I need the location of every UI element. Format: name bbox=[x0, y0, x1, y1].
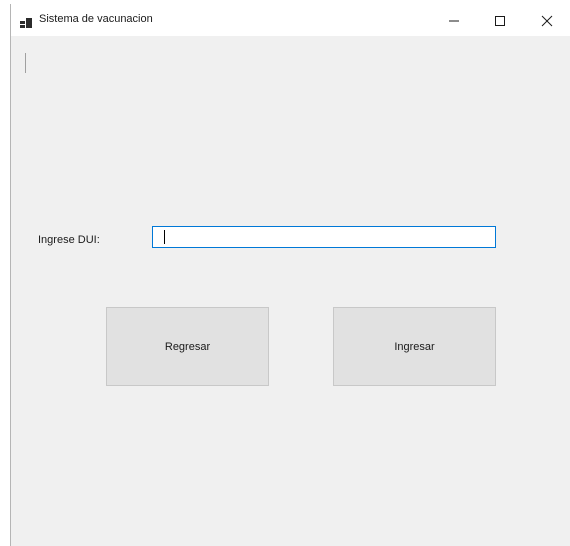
regresar-button[interactable]: Regresar bbox=[106, 307, 269, 386]
dui-input[interactable] bbox=[152, 226, 496, 248]
minimize-button[interactable] bbox=[431, 4, 477, 36]
window-title: Sistema de vacunacion bbox=[39, 13, 153, 25]
form-edge-marker bbox=[25, 53, 26, 73]
text-caret bbox=[164, 230, 165, 244]
dui-label: Ingrese DUI: bbox=[38, 234, 100, 246]
close-icon bbox=[541, 15, 553, 27]
app-window: Sistema de vacunacion Ingrese DUI: Regre… bbox=[10, 4, 570, 546]
maximize-button[interactable] bbox=[477, 4, 523, 36]
close-button[interactable] bbox=[524, 4, 570, 36]
title-bar[interactable]: Sistema de vacunacion bbox=[11, 4, 570, 36]
minimize-icon bbox=[449, 20, 459, 22]
app-window-icon bbox=[20, 15, 32, 28]
maximize-icon bbox=[495, 16, 505, 26]
ingresar-button[interactable]: Ingresar bbox=[333, 307, 496, 386]
